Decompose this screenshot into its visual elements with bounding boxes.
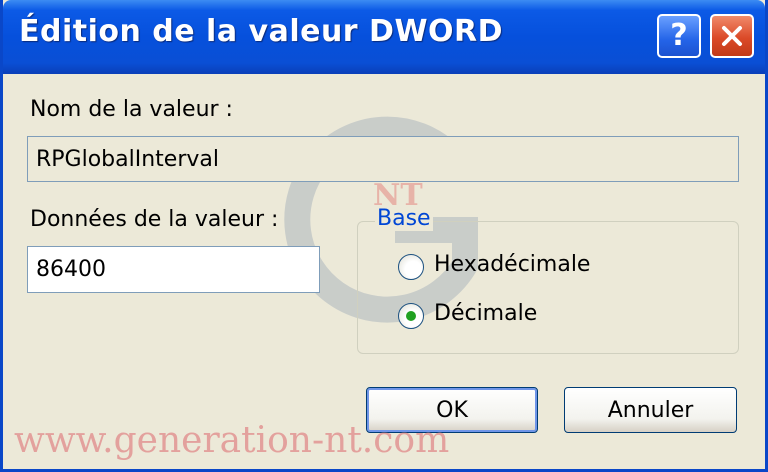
help-button[interactable]: ? [657, 14, 701, 58]
radio-hexadecimal-label[interactable]: Hexadécimale [434, 252, 590, 277]
radio-decimal-label[interactable]: Décimale [434, 301, 537, 326]
dialog-title: Édition de la valeur DWORD [19, 14, 504, 49]
base-groupbox [357, 221, 739, 354]
close-button[interactable] [710, 14, 754, 58]
value-data-label: Données de la valeur : [30, 207, 279, 232]
base-group-title: Base [375, 206, 433, 231]
watermark-text: www.generation-nt.com [14, 420, 450, 461]
radio-decimal[interactable] [398, 303, 424, 329]
value-name-label: Nom de la valeur : [30, 97, 233, 122]
close-icon [722, 26, 742, 46]
title-bar[interactable]: Édition de la valeur DWORD ? [3, 0, 765, 74]
help-icon: ? [670, 18, 688, 53]
value-name-text: RPGlobalInterval [36, 146, 219, 172]
value-name-field: RPGlobalInterval [27, 136, 739, 182]
value-data-input[interactable]: 86400 [27, 246, 320, 293]
radio-hexadecimal[interactable] [398, 254, 424, 280]
value-data-text: 86400 [36, 257, 106, 282]
cancel-button[interactable]: Annuler [564, 387, 737, 433]
radio-selected-dot [406, 311, 416, 321]
